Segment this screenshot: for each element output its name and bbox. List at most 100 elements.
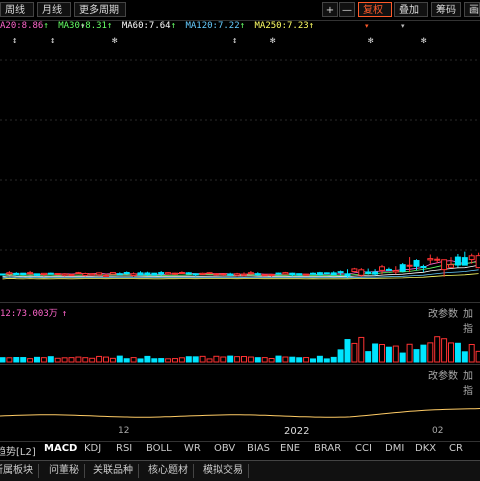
candle-body — [54, 273, 61, 276]
zoom-out-button[interactable]: — — [339, 2, 355, 17]
candle-body — [27, 272, 34, 275]
volume-bar — [316, 355, 323, 363]
event-marker[interactable]: ✻ — [421, 36, 426, 46]
volume-bar — [372, 343, 379, 363]
event-marker[interactable]: ↕ — [50, 36, 55, 46]
event-marker[interactable]: ↕ — [232, 36, 237, 46]
tab-sim-trading[interactable]: 模拟交易 — [198, 464, 249, 478]
tab-brar[interactable]: BRAR — [314, 443, 341, 454]
candle-body — [68, 273, 75, 276]
zoom-in-button[interactable]: + — [322, 2, 338, 17]
volume-bar — [344, 339, 351, 363]
candle-body — [185, 272, 192, 275]
restore-rights-label: 复权 — [363, 5, 383, 16]
candle-body — [268, 273, 275, 276]
volume-bar — [151, 358, 158, 363]
candle-body — [468, 255, 475, 261]
volume-bar — [323, 358, 330, 363]
volume-bar — [330, 356, 337, 363]
tab-ask-secretary[interactable]: 问董秘 — [44, 464, 85, 478]
tab-cci[interactable]: CCI — [355, 443, 372, 454]
candle-body — [116, 273, 123, 276]
candle-body — [47, 272, 54, 275]
restore-rights-button[interactable]: 复权 ▾ — [358, 2, 392, 30]
x-axis-label: 12 — [118, 426, 130, 436]
tab-dkx[interactable]: DKX — [415, 443, 436, 454]
tab-dmi[interactable]: DMI — [385, 443, 404, 454]
more-periods-label: 更多周期 — [79, 5, 119, 16]
tab-related[interactable]: 关联品种 — [88, 464, 139, 478]
volume-bar — [144, 355, 151, 363]
candle-body — [61, 273, 68, 276]
tab-wr[interactable]: WR — [184, 443, 201, 454]
volume-bar — [68, 357, 75, 363]
tab-rsi[interactable]: RSI — [116, 443, 132, 454]
up-arrow-icon: ↑ — [43, 21, 49, 31]
volume-bar — [365, 351, 372, 363]
candle-body — [82, 272, 89, 276]
tab-ene[interactable]: ENE — [280, 443, 300, 454]
tab-boll[interactable]: BOLL — [146, 443, 172, 454]
candle-body — [254, 273, 261, 276]
event-marker[interactable]: ✻ — [368, 36, 373, 46]
volume-bar — [241, 356, 247, 363]
event-marker[interactable]: ✻ — [270, 36, 275, 46]
volume-bar — [468, 343, 475, 363]
bottom-tab-bar: 所属板块 问董秘 关联品种 核心题材 模拟交易 — [0, 460, 480, 481]
volume-bar — [385, 346, 392, 363]
candle-body — [213, 273, 220, 276]
weekly-button[interactable]: 周线 — [0, 2, 34, 17]
event-marker[interactable]: ✻ — [112, 36, 117, 46]
candle-body — [165, 272, 172, 275]
event-marker[interactable]: ↕ — [12, 36, 17, 46]
candle-body — [130, 273, 137, 276]
tab-kdj[interactable]: KDJ — [84, 443, 101, 454]
volume-chart[interactable] — [0, 318, 480, 364]
chips-button[interactable]: 筹码 — [431, 2, 461, 17]
tab-core-topics[interactable]: 核心题材 — [143, 464, 194, 478]
volume-bar — [351, 342, 358, 363]
tab-obv[interactable]: OBV — [214, 443, 235, 454]
monthly-button[interactable]: 月线 — [37, 2, 71, 17]
candle-body — [227, 273, 234, 276]
indicator-line — [0, 408, 480, 418]
indicator-chart[interactable] — [0, 380, 480, 424]
volume-bar — [220, 356, 227, 363]
tab-cr[interactable]: CR — [449, 443, 463, 454]
candle-body — [434, 258, 441, 261]
volume-bar — [420, 344, 427, 363]
volume-bar — [227, 355, 234, 363]
volume-bar — [434, 336, 441, 363]
draw-button[interactable]: 画 — [464, 2, 480, 17]
tab-sectors[interactable]: 所属板块 — [0, 464, 39, 478]
tab-bias[interactable]: BIAS — [247, 443, 270, 454]
more-periods-button[interactable]: 更多周期▾ — [74, 2, 126, 30]
candle-body — [206, 272, 213, 275]
candle-body — [420, 266, 427, 269]
tab-macd[interactable]: MACD — [44, 443, 77, 454]
candle-body — [351, 268, 358, 272]
candle-body — [241, 273, 247, 276]
candle-body — [172, 272, 178, 275]
overlay-button[interactable]: 叠加 ▾ — [394, 2, 428, 30]
volume-bar — [441, 338, 448, 363]
volume-bar — [20, 357, 27, 363]
candle-body — [358, 269, 365, 276]
candlestick-chart[interactable] — [0, 48, 480, 300]
candle-body — [178, 272, 185, 275]
volume-bar — [116, 355, 123, 363]
candle-body — [234, 273, 241, 276]
candle-body — [109, 272, 116, 275]
candle-body — [151, 272, 158, 276]
candle-body — [192, 273, 199, 276]
candle-body — [13, 272, 20, 276]
period-toolbar: 周线 月线 更多周期▾ + — 复权 ▾ 叠加 ▾ 筹码 画 — [0, 0, 480, 30]
candle-body — [337, 271, 344, 274]
candle-body — [303, 273, 310, 276]
volume-bar — [178, 357, 185, 363]
ma-lines — [2, 260, 479, 280]
panel-divider — [0, 364, 480, 365]
tab-trend[interactable]: 趋势[L2] — [0, 443, 36, 458]
candle-body — [392, 270, 399, 273]
indicator-tabs: 趋势[L2] MACD KDJ RSI BOLL WR OBV BIAS ENE… — [0, 441, 480, 458]
